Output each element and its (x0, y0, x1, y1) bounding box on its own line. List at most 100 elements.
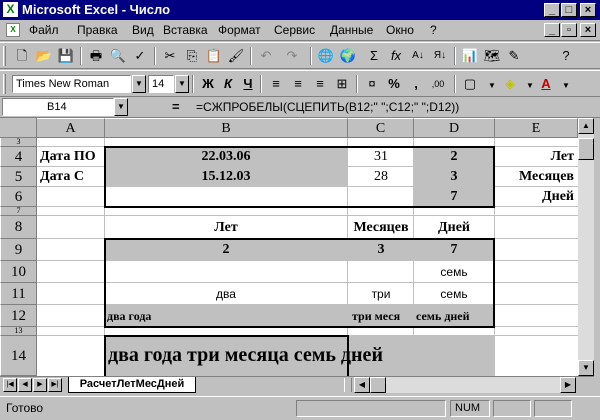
hscroll-track[interactable] (386, 377, 560, 393)
cell-c5[interactable]: 28 (348, 167, 414, 187)
font-name-combo[interactable]: Times New Roman (12, 75, 131, 93)
underline-button[interactable]: Ч (238, 74, 258, 94)
align-center-icon[interactable]: ≡ (288, 74, 308, 94)
column-header-b[interactable]: B (105, 118, 348, 138)
worksheet-grid[interactable]: A B C D E 3 4 5 6 7 8 9 10 11 12 13 14 Д… (0, 118, 578, 376)
next-sheet-button[interactable]: ▶ (33, 378, 47, 392)
cell-d11[interactable]: семь (414, 284, 494, 304)
formula-input[interactable]: =СЖПРОБЕЛЫ(СЦЕПИТЬ(B12;" ";C12;" ";D12)) (196, 99, 459, 115)
cell-e5[interactable]: Месяцев (495, 167, 574, 187)
first-sheet-button[interactable]: |◀ (3, 378, 17, 392)
sort-ascending-icon[interactable]: A↓ (408, 46, 428, 66)
cell-b8[interactable]: Лет (105, 218, 347, 238)
row-header-14[interactable]: 14 (0, 336, 37, 376)
autosum-icon[interactable]: Σ (364, 46, 384, 66)
edit-formula-button[interactable]: = (172, 99, 180, 115)
row-header-12[interactable]: 12 (0, 305, 37, 327)
scroll-right-button[interactable]: ▶ (560, 377, 576, 393)
cell-d10[interactable]: семь (414, 262, 494, 282)
row-header-8[interactable]: 8 (0, 216, 37, 239)
menu-file[interactable]: Файл (29, 23, 59, 38)
scroll-thumb[interactable] (578, 138, 594, 160)
save-icon[interactable]: 💾 (56, 46, 76, 66)
cell-d8[interactable]: Дней (414, 218, 494, 238)
row-header-9[interactable]: 9 (0, 239, 37, 261)
cell-d9[interactable]: 7 (414, 240, 494, 260)
cell-d6[interactable]: 7 (414, 187, 494, 207)
scroll-left-button[interactable]: ◀ (354, 377, 370, 393)
workbook-icon[interactable]: X (6, 23, 20, 37)
print-icon[interactable]: 🖶 (86, 46, 106, 66)
cell-d12[interactable]: семь дней (416, 306, 494, 326)
name-box[interactable]: B14 (2, 98, 114, 116)
row-header-6[interactable]: 6 (0, 187, 37, 207)
function-icon[interactable]: fx (386, 46, 406, 66)
currency-icon[interactable]: ¤ (362, 74, 382, 94)
doc-restore-button[interactable]: ▫ (561, 23, 577, 37)
row-header-3[interactable]: 3 (0, 138, 37, 147)
borders-dropdown-icon[interactable]: ▼ (482, 74, 502, 94)
spelling-icon[interactable]: ✓ (130, 46, 150, 66)
sheet-tab-active[interactable]: РасчетЛетМесДней (68, 377, 196, 393)
cell-a5[interactable]: Дата С (38, 167, 104, 187)
menu-view[interactable]: Вид (132, 23, 154, 38)
redo-icon[interactable]: ↷ (282, 46, 302, 66)
cell-b12[interactable]: два года (107, 306, 347, 326)
cell-a4[interactable]: Дата ПО (38, 147, 104, 167)
cell-b9[interactable]: 2 (105, 240, 347, 260)
fill-color-icon[interactable]: ◈ (500, 74, 520, 94)
column-header-d[interactable]: D (414, 118, 495, 138)
excel-icon[interactable]: X (3, 2, 18, 17)
copy-icon[interactable]: ⎘ (182, 46, 202, 66)
percent-button[interactable]: % (384, 74, 404, 94)
cell-c12[interactable]: три меся (352, 306, 414, 326)
cell-b11[interactable]: два (105, 284, 347, 304)
font-color-icon[interactable]: A (536, 74, 556, 94)
cell-e4[interactable]: Лет (495, 147, 574, 167)
column-header-e[interactable]: E (495, 118, 578, 138)
open-folder-icon[interactable]: 📂 (34, 46, 54, 66)
doc-minimize-button[interactable]: _ (544, 23, 560, 37)
cell-e6[interactable]: Дней (495, 187, 574, 207)
prev-sheet-button[interactable]: ◀ (18, 378, 32, 392)
comma-style-button[interactable]: , (406, 74, 426, 94)
font-size-dropdown[interactable]: ▼ (175, 75, 189, 93)
row-header-10[interactable]: 10 (0, 261, 37, 283)
cell-c8[interactable]: Месяцев (348, 218, 414, 238)
new-document-icon[interactable]: 🗋 (12, 46, 32, 66)
cut-icon[interactable]: ✂ (160, 46, 180, 66)
format-painter-icon[interactable]: 🖌 (226, 46, 246, 66)
scroll-up-button[interactable]: ▲ (578, 118, 594, 134)
borders-icon[interactable]: ▢ (460, 74, 480, 94)
name-box-dropdown[interactable]: ▼ (114, 98, 128, 116)
toolbar-grip[interactable] (3, 74, 6, 94)
maximize-button[interactable]: □ (561, 3, 577, 17)
cell-d4[interactable]: 2 (414, 147, 494, 167)
office-assistant-icon[interactable]: ? (556, 46, 576, 66)
row-header-4[interactable]: 4 (0, 147, 37, 167)
menu-insert[interactable]: Вставка (163, 23, 208, 38)
cell-b4[interactable]: 22.03.06 (105, 147, 347, 167)
menu-window[interactable]: Окно (386, 23, 414, 38)
select-all-corner[interactable] (0, 118, 37, 138)
last-sheet-button[interactable]: ▶| (48, 378, 62, 392)
undo-icon[interactable]: ↶ (256, 46, 276, 66)
tab-split-handle[interactable] (344, 378, 352, 392)
align-right-icon[interactable]: ≡ (310, 74, 330, 94)
paste-icon[interactable]: 📋 (204, 46, 224, 66)
cell-d5[interactable]: 3 (414, 167, 494, 187)
row-header-13[interactable]: 13 (0, 327, 37, 336)
row-header-7[interactable]: 7 (0, 207, 37, 216)
doc-close-button[interactable]: × (580, 23, 596, 37)
toolbar-grip[interactable] (3, 46, 6, 66)
sort-descending-icon[interactable]: Я↓ (430, 46, 450, 66)
web-toolbar-icon[interactable]: 🌍 (338, 46, 358, 66)
cell-c11[interactable]: три (348, 284, 414, 304)
hscroll-thumb[interactable] (370, 377, 386, 393)
increase-decimal-icon[interactable]: ,00 (428, 74, 448, 94)
menu-format[interactable]: Формат (218, 23, 261, 38)
font-name-dropdown[interactable]: ▼ (132, 75, 146, 93)
column-header-c[interactable]: C (348, 118, 414, 138)
map-icon[interactable]: 🗺 (482, 46, 502, 66)
vertical-scrollbar[interactable]: ▲ ▼ (578, 118, 594, 376)
